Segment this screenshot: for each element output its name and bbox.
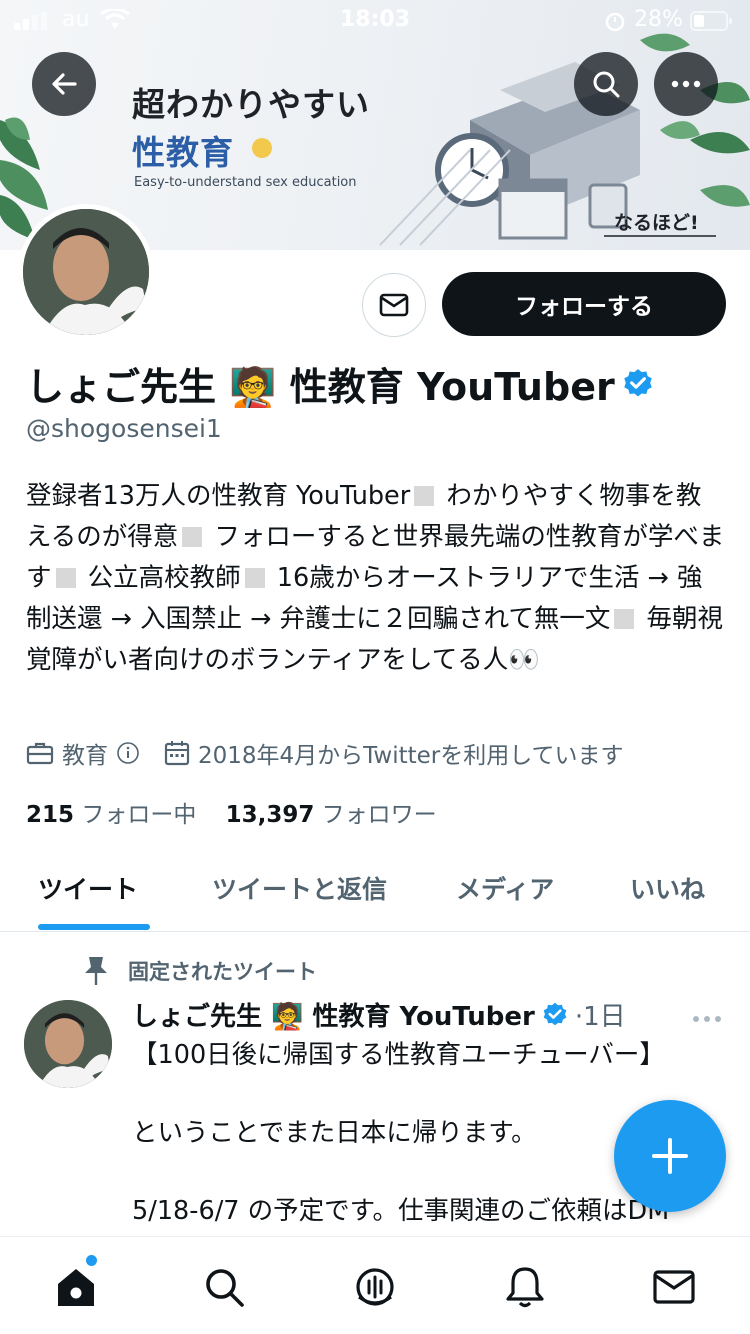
banner-title: 超わかりやすい — [132, 85, 370, 124]
more-options-button[interactable] — [654, 52, 718, 116]
search-icon — [206, 1269, 244, 1307]
profile-meta: 教育 2018年4月からTwitterを利用しています — [26, 736, 648, 770]
verified-badge-icon — [623, 368, 652, 396]
joined-item: 2018年4月からTwitterを利用しています — [164, 736, 624, 770]
followers-count: 13,397 — [225, 802, 315, 828]
search-button[interactable] — [574, 52, 638, 116]
bottom-nav — [0, 1236, 750, 1334]
nav-messages[interactable] — [648, 1261, 700, 1313]
compose-tweet-button[interactable] — [614, 1100, 726, 1212]
tweet-author[interactable]: しょご先生 🧑‍🏫 性教育 YouTuber — [132, 996, 535, 1033]
following-count: 215 — [26, 802, 75, 828]
battery-percent: 28% — [634, 7, 683, 32]
tweet-time: ·1日 — [574, 1002, 626, 1032]
following-link[interactable]: 215 フォロー中 — [26, 802, 196, 828]
profile-bio: 登録者13万人の性教育 YouTuber わかりやすく物事を教えるのが得意 フォ… — [26, 476, 726, 681]
avatar-photo — [24, 1000, 112, 1088]
banner-subtitle: 性教育 — [132, 133, 234, 172]
pin-icon — [85, 957, 107, 985]
alarm-icon — [605, 12, 625, 32]
tweet-header: しょご先生 🧑‍🏫 性教育 YouTuber ·1日 — [132, 996, 626, 1033]
envelope-icon — [653, 1270, 695, 1304]
briefcase-icon — [26, 742, 54, 765]
arrow-left-icon — [52, 73, 77, 95]
banner-english-caption: Easy-to-understand sex education — [134, 175, 357, 190]
plus-icon — [652, 1138, 688, 1174]
bell-icon — [506, 1267, 544, 1308]
tweet-avatar[interactable] — [24, 1000, 112, 1088]
profile-avatar[interactable] — [18, 204, 154, 340]
tab-likes[interactable]: いいね — [630, 870, 705, 906]
envelope-icon — [379, 293, 409, 317]
separator-square — [55, 568, 76, 588]
search-icon — [593, 71, 620, 98]
more-icon — [671, 80, 701, 88]
bio-segment: 公立高校教師 — [87, 563, 241, 593]
separator-square — [414, 486, 435, 506]
pinned-label-row: 固定されたツイート — [82, 955, 317, 987]
followers-label: フォロワー — [321, 802, 437, 828]
battery-icon — [690, 11, 732, 31]
nav-spaces[interactable] — [349, 1261, 401, 1313]
profile-name-text: しょご先生 🧑‍🏫 性教育 YouTuber — [26, 365, 615, 409]
category-item: 教育 — [26, 736, 140, 770]
followers-link[interactable]: 13,397 フォロワー — [226, 802, 437, 828]
home-icon — [58, 1269, 94, 1306]
profile-name: しょご先生 🧑‍🏫 性教育 YouTuber — [26, 356, 655, 411]
separator-square — [182, 527, 203, 547]
status-bar: au 18:03 28% — [0, 0, 750, 40]
bio-segment: 登録者13万人の性教育 YouTuber — [26, 481, 411, 511]
banner-speech-bubble: なるほど! — [614, 212, 699, 234]
following-label: フォロー中 — [81, 802, 197, 828]
active-tab-indicator — [38, 924, 150, 930]
tab-tweets[interactable]: ツイート — [38, 870, 138, 906]
back-button[interactable] — [32, 52, 96, 116]
tab-media[interactable]: メディア — [456, 870, 554, 906]
profile-tabs: ツイート ツイートと返信 メディア いいね — [0, 850, 750, 932]
info-icon[interactable] — [116, 741, 140, 765]
profile-handle: @shogosensei1 — [26, 414, 222, 443]
separator-square — [244, 568, 265, 588]
more-icon — [693, 1016, 721, 1022]
nav-home[interactable] — [50, 1261, 102, 1313]
pinned-label: 固定されたツイート — [128, 960, 317, 984]
follow-stats: 215 フォロー中 13,397 フォロワー — [26, 795, 437, 829]
follow-button[interactable]: フォローする — [442, 272, 726, 336]
notification-dot — [86, 1255, 97, 1266]
joined-label: 2018年4月からTwitterを利用しています — [198, 743, 624, 769]
calendar-icon — [164, 741, 190, 766]
nav-notifications[interactable] — [499, 1261, 551, 1313]
tab-tweets-replies[interactable]: ツイートと返信 — [212, 870, 387, 906]
message-button[interactable] — [362, 273, 426, 337]
tweet-more-button[interactable] — [692, 1000, 722, 1030]
nav-search[interactable] — [198, 1261, 250, 1313]
verified-badge-icon — [543, 1002, 567, 1025]
spaces-icon — [356, 1268, 394, 1306]
separator-square — [614, 609, 635, 629]
avatar-photo — [23, 209, 149, 335]
category-label: 教育 — [62, 743, 108, 769]
